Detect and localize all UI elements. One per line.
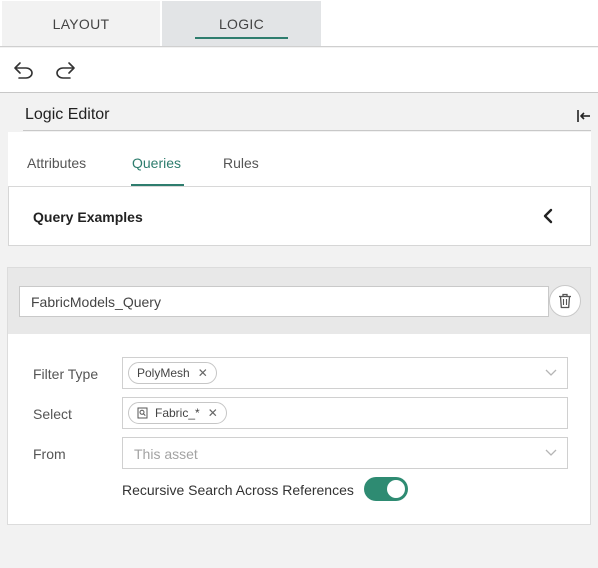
search-document-icon xyxy=(137,407,148,419)
chevron-left-icon xyxy=(543,208,553,224)
from-select[interactable]: This asset xyxy=(122,437,568,469)
filter-type-select[interactable]: PolyMesh ✕ xyxy=(122,357,568,389)
from-placeholder: This asset xyxy=(134,446,198,462)
redo-arrow-icon xyxy=(56,62,75,79)
query-name-input[interactable] xyxy=(19,286,549,317)
query-examples-toggle[interactable] xyxy=(541,207,555,225)
tab-attributes[interactable]: Attributes xyxy=(27,155,86,171)
delete-query-button[interactable] xyxy=(549,285,581,317)
tab-queries-active-indicator xyxy=(131,184,184,186)
tab-layout[interactable]: LAYOUT xyxy=(2,1,160,46)
tab-logic-label: LOGIC xyxy=(218,15,265,32)
tab-layout-label: LAYOUT xyxy=(52,15,110,32)
redo-button[interactable] xyxy=(52,58,78,82)
query-examples-panel[interactable]: Query Examples xyxy=(8,187,591,246)
from-label: From xyxy=(33,446,66,462)
filter-type-chip-label: PolyMesh xyxy=(137,366,190,380)
filter-type-chip: PolyMesh ✕ xyxy=(128,362,217,384)
tab-logic-active-indicator xyxy=(195,37,288,39)
query-examples-label: Query Examples xyxy=(33,209,143,225)
filter-type-label: Filter Type xyxy=(33,366,99,382)
remove-chip-icon[interactable]: ✕ xyxy=(208,406,218,420)
recursive-search-label: Recursive Search Across References xyxy=(122,482,354,498)
remove-chip-icon[interactable]: ✕ xyxy=(198,366,208,380)
history-toolbar xyxy=(0,48,598,93)
trash-icon xyxy=(559,293,571,309)
tab-rules[interactable]: Rules xyxy=(223,155,259,171)
tab-logic[interactable]: LOGIC xyxy=(162,1,321,46)
editor-title: Logic Editor xyxy=(25,106,110,123)
select-label: Select xyxy=(33,406,72,422)
logic-sub-tabs: Attributes Queries Rules xyxy=(8,132,591,187)
select-chip: Fabric_* ✕ xyxy=(128,402,227,424)
recursive-search-toggle[interactable] xyxy=(364,477,408,501)
collapse-to-left-icon xyxy=(577,110,590,122)
query-header xyxy=(8,268,590,334)
toggle-knob xyxy=(387,480,405,498)
tab-queries[interactable]: Queries xyxy=(132,155,181,171)
chevron-down-icon[interactable] xyxy=(545,448,557,458)
title-divider xyxy=(23,130,591,131)
undo-button[interactable] xyxy=(11,58,37,82)
select-input[interactable]: Fabric_* ✕ xyxy=(122,397,568,429)
query-card: Filter Type PolyMesh ✕ Select Fabric_* ✕… xyxy=(7,267,591,525)
mode-tab-bar: LAYOUT LOGIC xyxy=(0,0,598,47)
undo-arrow-icon xyxy=(14,62,33,79)
collapse-panel-button[interactable] xyxy=(574,106,594,126)
select-chip-label: Fabric_* xyxy=(155,406,200,420)
chevron-down-icon[interactable] xyxy=(545,368,557,378)
